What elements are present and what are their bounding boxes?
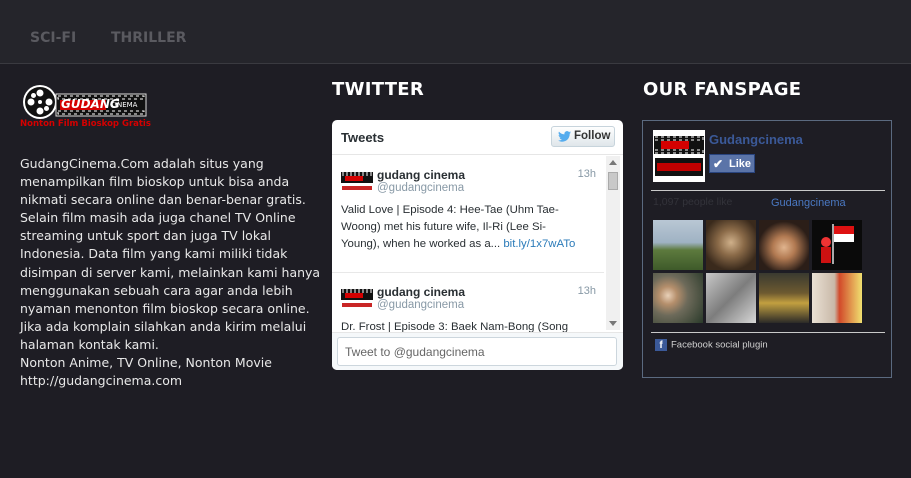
like-label: Like	[729, 158, 752, 170]
thumbs-up-check-icon: ✔	[713, 157, 724, 171]
about-line: nyaman menonton film bioskop secara onli…	[20, 300, 310, 316]
flag-figure-icon	[821, 224, 854, 264]
nav-item-sci-fi[interactable]: SCI-FI	[30, 30, 76, 46]
fan-avatar[interactable]	[759, 220, 809, 270]
follow-button[interactable]: Follow	[551, 126, 615, 147]
tweet-author-name[interactable]: gudang cinema	[377, 168, 465, 182]
tweet-text-line: Woong) met his future wife, Il-Ri (Lee S…	[341, 221, 546, 233]
facebook-plugin-footer[interactable]: f Facebook social plugin	[655, 339, 768, 351]
scroll-up-arrow-icon[interactable]	[609, 160, 617, 165]
scroll-down-arrow-icon[interactable]	[609, 321, 617, 326]
tweet-text-line: Valid Love | Episode 4: Hee-Tae (Uhm Tae…	[341, 204, 559, 216]
fan-avatar[interactable]	[653, 220, 703, 270]
tweet-avatar[interactable]	[340, 170, 374, 194]
tweets-title[interactable]: Tweets	[341, 130, 384, 145]
tweet-divider	[332, 272, 604, 273]
gudangcinema-avatar-icon	[340, 287, 374, 311]
facebook-icon: f	[655, 339, 667, 351]
tweet-link[interactable]: bit.ly/1x7wATo	[503, 238, 575, 250]
about-text: GudangCinema.Com adalah situs yang menam…	[20, 155, 320, 390]
fan-avatar[interactable]	[812, 220, 862, 270]
divider	[651, 190, 885, 191]
about-line: nikmati secara online dan benar-benar gr…	[20, 192, 306, 208]
fan-avatar[interactable]	[706, 220, 756, 270]
site-logo[interactable]: GUDANG CINEMA Nonton Film Bioskop Gratis	[20, 84, 151, 130]
gudangcinema-avatar-icon	[340, 170, 374, 194]
tweet-author-name[interactable]: gudang cinema	[377, 285, 465, 299]
about-line: Selain film masih ada juga chanel TV Onl…	[20, 210, 296, 226]
tweet-author-handle[interactable]: @gudangcinema	[377, 299, 464, 311]
fanspage-heading: OUR FANSPAGE	[643, 79, 802, 100]
about-line: halaman kontak kami.	[20, 336, 159, 352]
twitter-widget: Tweets Follow gudang cinema @gudangcinem…	[332, 120, 623, 370]
about-line: menampilkan film bioskop untuk bisa anda	[20, 174, 290, 190]
about-line: Indonesia. Data film yang kami miliki ti…	[20, 246, 288, 262]
gudangcinema-page-icon	[653, 130, 705, 182]
about-line: Jika ada komplain silahkan anda kirim me…	[20, 318, 307, 334]
tweet-compose-bar: Tweet to @gudangcinema	[332, 332, 623, 370]
about-line: disimpan di server kami, melainkan kami …	[20, 264, 321, 280]
plugin-label: Facebook social plugin	[671, 339, 768, 351]
likes-page-link[interactable]: Gudangcinema	[771, 197, 846, 209]
nav-item-thriller[interactable]: THRILLER	[111, 30, 186, 46]
about-line: menggunakan sebuah cara agar anda lebih	[20, 282, 293, 298]
about-line: Nonton Anime, TV Online, Nonton Movie	[20, 355, 272, 371]
twitter-widget-header: Tweets Follow	[332, 120, 623, 155]
scrollbar-thumb[interactable]	[608, 172, 618, 190]
page-name-link[interactable]: Gudangcinema	[709, 132, 803, 147]
tweet-timeline: gudang cinema @gudangcinema 13h Valid Lo…	[332, 156, 623, 332]
twitter-bird-icon	[558, 131, 571, 142]
tweet-avatar[interactable]	[340, 287, 374, 311]
divider	[651, 332, 885, 333]
top-nav: SCI-FI THRILLER	[0, 0, 911, 64]
tweet-time[interactable]: 13h	[578, 285, 596, 297]
tweet-text: Dr. Frost | Episode 3: Baek Nam-Bong (So…	[341, 319, 599, 332]
timeline-scrollbar[interactable]	[606, 156, 620, 330]
fan-avatar[interactable]	[759, 273, 809, 323]
logo-tagline: Nonton Film Bioskop Gratis	[20, 119, 151, 129]
tweet-text-line: Dr. Frost | Episode 3: Baek Nam-Bong (So…	[341, 321, 569, 332]
fan-avatar[interactable]	[706, 273, 756, 323]
logo-brand-cinema: CINEMA	[110, 101, 138, 109]
tweet-compose-input[interactable]: Tweet to @gudangcinema	[337, 337, 617, 366]
about-line: GudangCinema.Com adalah situs yang	[20, 156, 264, 171]
facebook-page-plugin: Gudangcinema ✔ Like 1,097 people like Gu…	[642, 120, 892, 378]
tweet-author-handle[interactable]: @gudangcinema	[377, 182, 464, 194]
about-line: streaming untuk sport dan juga TV lokal	[20, 228, 271, 244]
fan-avatar[interactable]	[812, 273, 862, 323]
like-button[interactable]: ✔ Like	[709, 154, 755, 173]
twitter-heading: TWITTER	[332, 79, 425, 100]
page-thumbnail[interactable]	[653, 130, 705, 182]
follow-label: Follow	[574, 130, 611, 142]
tweet-time[interactable]: 13h	[578, 168, 596, 180]
tweet-text-line: Young), when he worked as a...	[341, 238, 501, 250]
likes-count-text: 1,097 people like	[653, 196, 733, 208]
tweet-text: Valid Love | Episode 4: Hee-Tae (Uhm Tae…	[341, 202, 599, 253]
about-line-url[interactable]: http://gudangcinema.com	[20, 372, 320, 390]
fan-avatar[interactable]	[653, 273, 703, 323]
